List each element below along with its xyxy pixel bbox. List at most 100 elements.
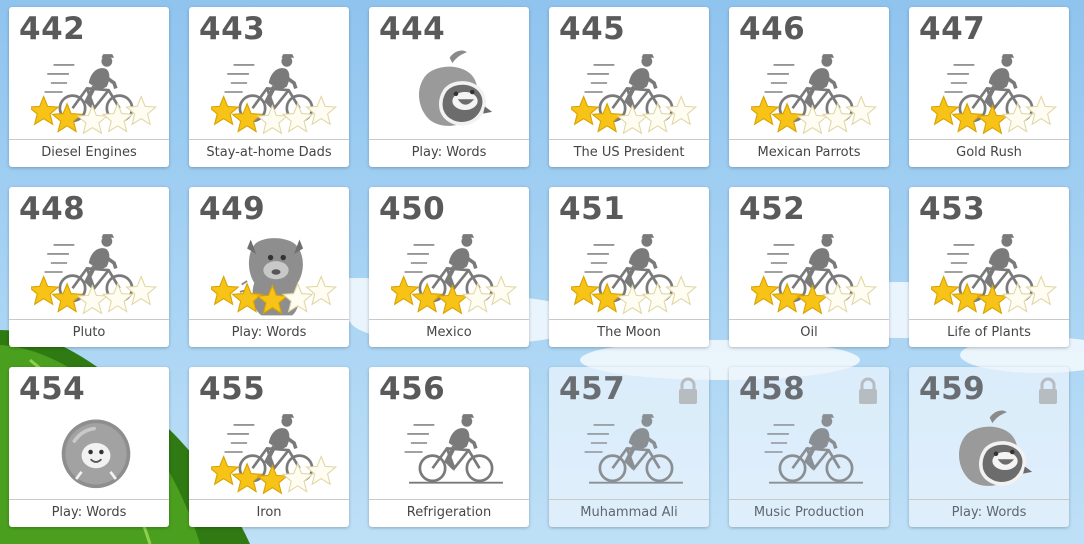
star-icon — [211, 455, 240, 486]
star-icon — [256, 464, 289, 495]
tile-divider — [549, 499, 709, 500]
star-icon — [571, 95, 600, 126]
lesson-artwork — [211, 54, 338, 135]
star-icon — [931, 95, 960, 126]
lesson-artwork — [571, 54, 698, 135]
lesson-artwork — [61, 419, 131, 489]
star-icon — [976, 104, 1009, 135]
lesson-title: The Moon — [597, 325, 661, 340]
lesson-artwork — [764, 414, 863, 484]
lesson-tile: 458 Music Production — [729, 367, 889, 527]
lesson-artwork — [751, 54, 878, 135]
star-rating — [931, 95, 1058, 135]
tile-divider — [549, 139, 709, 140]
tile-divider — [189, 499, 349, 500]
tile-divider — [9, 319, 169, 320]
lesson-tile[interactable]: 456 Refrigeration — [369, 367, 529, 527]
lesson-artwork — [571, 234, 698, 315]
lesson-title: The US President — [573, 145, 685, 160]
lesson-tile[interactable]: 451 The Moon — [549, 187, 709, 347]
lesson-artwork — [211, 238, 338, 316]
star-rating — [571, 95, 698, 135]
lesson-tile[interactable]: 455 Iron — [189, 367, 349, 527]
lesson-title: Diesel Engines — [41, 145, 137, 160]
lesson-tile[interactable]: 454 Play: Words — [9, 367, 169, 527]
star-rating — [31, 275, 158, 315]
star-icon — [391, 275, 420, 306]
tile-divider — [729, 139, 889, 140]
lesson-artwork — [31, 234, 158, 315]
lesson-title: Play: Words — [951, 505, 1027, 520]
lock-icon — [679, 377, 697, 404]
tile-divider — [729, 319, 889, 320]
lesson-title: Play: Words — [411, 145, 487, 160]
star-icon — [31, 95, 60, 126]
tile-divider — [909, 319, 1069, 320]
lesson-tile[interactable]: 452 Oil — [729, 187, 889, 347]
lock-icon — [1039, 377, 1057, 404]
lesson-tile[interactable]: 444 Play: Words — [369, 7, 529, 167]
lesson-tile[interactable]: 450 Mexico — [369, 187, 529, 347]
lesson-tile: 459 Play: Words — [909, 367, 1069, 527]
star-icon — [751, 95, 780, 126]
lesson-title: Mexican Parrots — [757, 145, 861, 160]
tile-divider — [909, 139, 1069, 140]
lesson-artwork — [404, 414, 503, 484]
lesson-title: Play: Words — [231, 325, 307, 340]
star-icon — [976, 284, 1009, 315]
lesson-title: Music Production — [753, 505, 865, 520]
star-icon — [76, 284, 109, 315]
star-icon — [796, 284, 829, 315]
apple-bird-icon — [418, 50, 493, 126]
lesson-tile[interactable]: 445 The US President — [549, 7, 709, 167]
lesson-artwork — [931, 54, 1058, 135]
star-icon — [796, 104, 829, 135]
tile-divider — [189, 319, 349, 320]
lesson-tile[interactable]: 446 Mexican Parrots — [729, 7, 889, 167]
tile-divider — [9, 139, 169, 140]
lesson-tile[interactable]: 443 Stay-at-home Dads — [189, 7, 349, 167]
star-icon — [211, 95, 240, 126]
lesson-title: Mexico — [426, 325, 472, 340]
star-rating — [391, 275, 518, 315]
lesson-tile[interactable]: 442 Diesel Engines — [9, 7, 169, 167]
tile-divider — [189, 139, 349, 140]
lesson-artwork — [391, 234, 518, 315]
star-icon — [256, 104, 289, 135]
tile-divider — [369, 319, 529, 320]
lock-icon — [859, 377, 877, 404]
lesson-title: Play: Words — [51, 505, 127, 520]
star-icon — [31, 275, 60, 306]
lesson-title: Oil — [800, 325, 818, 340]
cyclist-icon — [764, 414, 854, 483]
star-rating — [31, 95, 158, 135]
lesson-tile[interactable]: 448 Pluto — [9, 187, 169, 347]
star-icon — [616, 284, 649, 315]
lesson-artwork — [958, 410, 1033, 486]
lesson-tile[interactable]: 447 Gold Rush — [909, 7, 1069, 167]
lesson-artwork — [584, 414, 683, 484]
star-icon — [616, 104, 649, 135]
lesson-tile[interactable]: 453 Life of Plants — [909, 187, 1069, 347]
star-rating — [751, 275, 878, 315]
tile-divider — [549, 319, 709, 320]
lesson-artwork — [31, 54, 158, 135]
lesson-tile[interactable]: 449 Play: Words — [189, 187, 349, 347]
lesson-artwork — [211, 414, 338, 495]
star-icon — [305, 275, 338, 306]
tile-divider — [909, 499, 1069, 500]
star-icon — [931, 275, 960, 306]
lesson-title: Refrigeration — [406, 505, 492, 520]
bubble-bird-icon — [61, 419, 131, 489]
tile-divider — [9, 499, 169, 500]
lesson-grid: 442 Diesel Engines 443 Stay-at-home Dads… — [9, 7, 1069, 527]
star-icon — [211, 275, 240, 306]
star-rating — [571, 275, 698, 315]
tile-divider — [729, 499, 889, 500]
cyclist-icon — [404, 414, 494, 483]
lesson-artwork — [931, 234, 1058, 315]
apple-bird-icon — [958, 410, 1033, 486]
lesson-title: Muhammad Ali — [580, 505, 678, 520]
star-icon — [571, 275, 600, 306]
lesson-title: Life of Plants — [947, 325, 1031, 340]
